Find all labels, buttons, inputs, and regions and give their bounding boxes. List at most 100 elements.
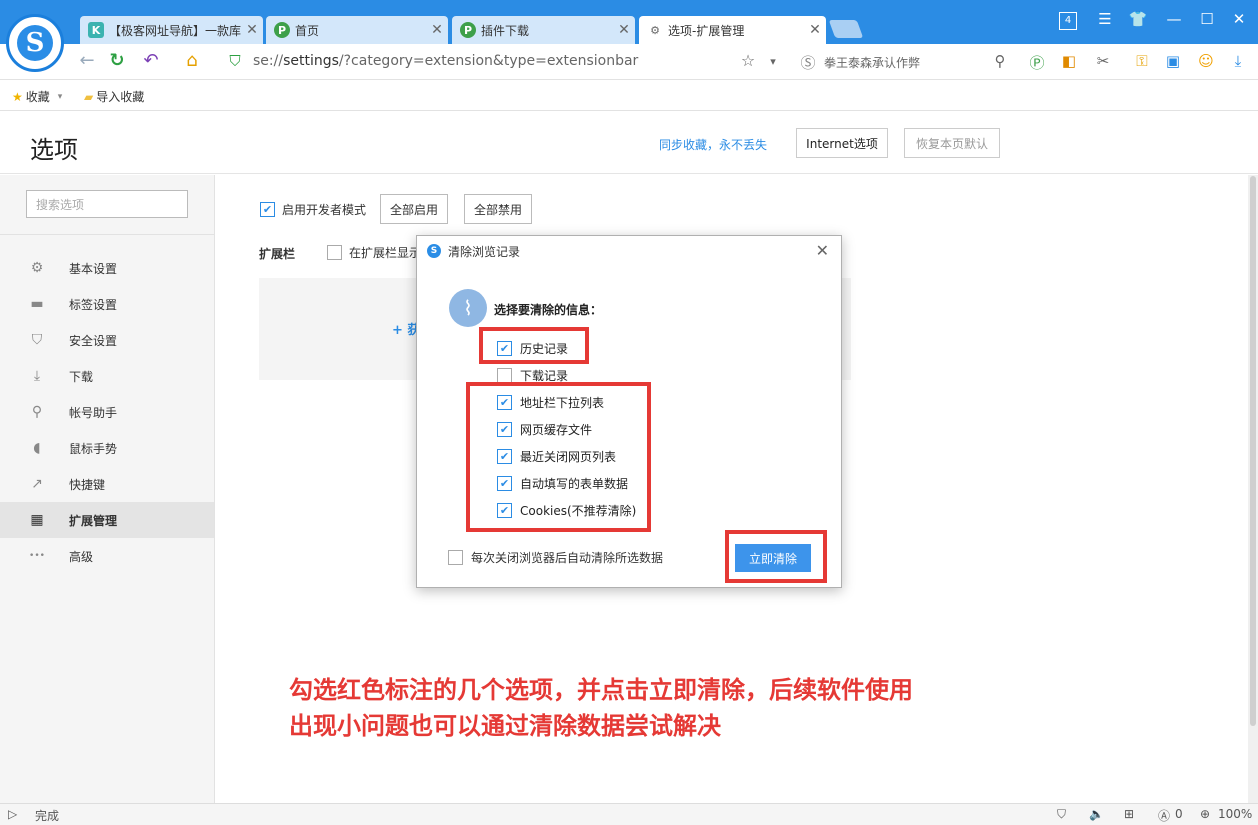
back-arrow-icon[interactable]: ← (76, 50, 98, 71)
checkbox-unchecked-icon (327, 245, 342, 260)
annotation-line-1: 勾选红色标注的几个选项，并点击立即清除，后续软件使用 (289, 676, 913, 704)
sidebar-item-mouse-gesture[interactable]: ◖ 鼠标手势 (0, 430, 214, 466)
undo-icon[interactable]: ↶ (140, 50, 162, 71)
sidebar-item-security[interactable]: ⛉ 安全设置 (0, 322, 214, 358)
page-title: 选项 (30, 136, 78, 164)
translate-icon[interactable]: ◧ (1059, 52, 1079, 72)
auto-clear-toggle[interactable]: 每次关闭浏览器后自动清除所选数据 (448, 549, 663, 566)
menu-icon[interactable]: ☰ (1094, 10, 1116, 28)
tab-label: 【极客网址导航】一款库 (109, 23, 241, 38)
tab-home[interactable]: P 首页 ✕ (266, 16, 448, 44)
volume-icon[interactable]: 🔈 (1089, 807, 1104, 821)
tab-icon: ▬ (30, 296, 44, 312)
sidebar-item-account[interactable]: ⚲ 帐号助手 (0, 394, 214, 430)
sidebar-item-advanced[interactable]: ••• 高级 (0, 538, 214, 574)
search-input[interactable]: 拳王泰森承认作弊 (824, 54, 920, 71)
close-icon[interactable]: ✕ (426, 22, 448, 38)
browser-logo[interactable]: S (6, 14, 64, 72)
close-icon[interactable]: ✕ (816, 241, 829, 260)
status-text: 完成 (35, 809, 60, 823)
ad-block-count: 0 (1175, 807, 1183, 821)
scrollbar-thumb[interactable] (1250, 176, 1256, 726)
emoji-icon[interactable]: ☺ (1196, 52, 1216, 72)
key-icon: ⚲ (31, 404, 43, 420)
download-manager-icon[interactable]: ⊞ (1124, 807, 1134, 821)
tab-jike[interactable]: K 【极客网址导航】一款库 ✕ (80, 16, 263, 44)
sidebar-item-label: 标签设置 (69, 297, 118, 312)
sidebar-item-tabs[interactable]: ▬ 标签设置 (0, 286, 214, 322)
close-icon[interactable]: ✕ (613, 22, 635, 38)
key-icon[interactable]: ⚿ (1132, 52, 1152, 72)
tab-plugin-download[interactable]: P 插件下载 ✕ (452, 16, 635, 44)
address-toolbar: ← ↻ ↶ ⌂ ⛉ se://settings/?category=extens… (0, 44, 1258, 80)
scissors-icon[interactable]: ✂ (1093, 52, 1113, 72)
skin-icon[interactable]: 👕 (1127, 10, 1149, 28)
checkbox-checked-icon: ✔ (260, 202, 275, 217)
sidebar-item-label: 扩展管理 (69, 513, 118, 528)
ad-block-icon[interactable]: Ⓐ (1158, 807, 1170, 824)
address-prefix: se:// (253, 53, 284, 69)
shortcut-icon: ↗ (31, 476, 43, 492)
enable-all-button[interactable]: 全部启用 (380, 194, 448, 224)
import-favorites[interactable]: ▰ 导入收藏 (84, 88, 144, 105)
dialog-header: S 清除浏览记录 (417, 236, 841, 266)
sidebar-item-shortcuts[interactable]: ↗ 快捷键 (0, 466, 214, 502)
sidebar-item-basic[interactable]: ⚙ 基本设置 (0, 250, 214, 286)
checkbox-unchecked-icon (497, 368, 512, 383)
favorites-label: 收藏 (25, 90, 50, 104)
more-icon: ••• (29, 551, 45, 561)
search-options-input[interactable]: 搜索选项 (26, 190, 188, 218)
refresh-icon[interactable]: ↻ (106, 50, 128, 71)
home-icon[interactable]: ⌂ (181, 50, 203, 71)
dev-mode-toggle[interactable]: ✔ 启用开发者模式 (260, 201, 366, 218)
minimize-icon[interactable]: — (1163, 10, 1185, 28)
chevron-down-icon: ▾ (57, 91, 63, 102)
sogou-logo-icon: S (427, 244, 441, 258)
sidebar-item-label: 快捷键 (69, 477, 106, 492)
mouse-icon: ◖ (33, 440, 41, 456)
highlight-box-options (466, 382, 651, 532)
highlight-box-clear-button (725, 530, 827, 583)
page-header: 选项 同步收藏，永不丢失 Internet选项 恢复本页默认 (0, 112, 1258, 174)
shield-icon[interactable]: ⛉ (224, 52, 246, 70)
folder-icon: ▰ (84, 89, 94, 104)
sidebar-toggle-icon[interactable]: ▷ (8, 807, 17, 821)
tab-strip: K 【极客网址导航】一款库 ✕ P 首页 ✕ P 插件下载 ✕ ⚙ 选项-扩展管… (0, 0, 1258, 44)
settings-sidebar: 搜索选项 ⚙ 基本设置 ▬ 标签设置 ⛉ 安全设置 ⤓ 下载 ⚲ 帐号助手 ◖ 鼠标手势 ↗… (0, 175, 215, 803)
maximize-icon[interactable]: ☐ (1196, 10, 1218, 28)
tab-extension-settings[interactable]: ⚙ 选项-扩展管理 ✕ (639, 16, 826, 44)
internet-options-button[interactable]: Internet选项 (796, 128, 888, 158)
sync-link[interactable]: 同步收藏，永不丢失 (659, 136, 767, 153)
annotation-line-2: 出现小问题也可以通过清除数据尝试解决 (289, 712, 721, 740)
dialog-prompt: 选择要清除的信息： (494, 303, 603, 317)
search-icon[interactable]: ⚲ (989, 52, 1011, 70)
favorites-menu[interactable]: ★ 收藏 ▾ (12, 88, 62, 105)
new-tab-button[interactable] (828, 20, 864, 38)
show-in-bar-toggle[interactable]: 在扩展栏显示 (327, 244, 421, 261)
restore-default-button[interactable]: 恢复本页默认 (904, 128, 1000, 158)
address-field[interactable]: se://settings/?category=extension&type=e… (253, 53, 638, 69)
tab-count-badge[interactable]: 4 (1059, 12, 1077, 30)
highlight-box-history (479, 327, 589, 364)
auto-clear-label: 每次关闭浏览器后自动清除所选数据 (471, 551, 664, 565)
close-icon[interactable]: ✕ (241, 22, 263, 38)
tab-favicon-icon: P (460, 22, 476, 38)
compress-icon[interactable]: ▣ (1163, 52, 1183, 72)
search-engine-icon[interactable]: Ⓢ (797, 52, 819, 73)
download-icon[interactable]: ⤓ (1228, 52, 1248, 72)
shield-icon[interactable]: ⛉ (1057, 807, 1066, 822)
plugin-icon[interactable]: Ⓟ (1027, 52, 1047, 72)
zoom-level[interactable]: 100% (1218, 807, 1252, 821)
sidebar-item-extensions[interactable]: ▦ 扩展管理 (0, 502, 214, 538)
close-icon[interactable]: ✕ (804, 22, 826, 38)
star-icon[interactable]: ☆ (737, 51, 759, 70)
broom-icon: ⌇ (449, 289, 487, 327)
chevron-down-icon[interactable]: ▾ (762, 55, 784, 68)
sidebar-item-download[interactable]: ⤓ 下载 (0, 358, 214, 394)
bookmarks-bar: ★ 收藏 ▾ ▰ 导入收藏 (0, 81, 1258, 111)
zoom-icon[interactable]: ⊕ (1200, 807, 1210, 821)
status-bar: ▷ 完成 ⛉ 🔈 ⊞ Ⓐ 0 ⊕ 100% (0, 803, 1258, 825)
gear-icon: ⚙ (30, 260, 44, 276)
window-close-icon[interactable]: ✕ (1228, 10, 1250, 28)
disable-all-button[interactable]: 全部禁用 (464, 194, 532, 224)
